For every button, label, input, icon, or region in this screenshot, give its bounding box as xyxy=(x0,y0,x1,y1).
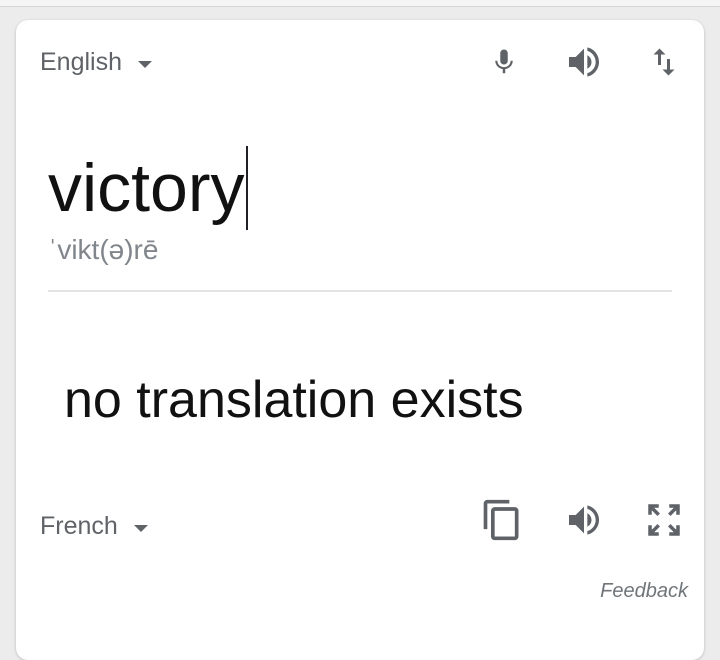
listen-translation-button[interactable] xyxy=(562,498,606,542)
translate-card: English victory ˈvikt(ə)rē no translatio… xyxy=(16,20,704,660)
target-language-label: French xyxy=(40,512,118,540)
swap-languages-icon xyxy=(646,42,682,82)
source-text-input[interactable]: victory xyxy=(48,146,249,230)
phonetic-transcription: ˈvikt(ə)rē xyxy=(48,234,159,265)
chevron-down-icon xyxy=(133,525,148,532)
source-language-select[interactable]: English xyxy=(40,48,152,77)
copy-button[interactable] xyxy=(480,498,524,542)
mic-button[interactable] xyxy=(482,40,526,84)
speaker-icon xyxy=(564,42,604,82)
speaker-icon xyxy=(564,500,604,540)
divider xyxy=(48,290,672,292)
mic-icon xyxy=(489,44,519,80)
swap-languages-button[interactable] xyxy=(642,40,686,84)
fullscreen-button[interactable] xyxy=(642,498,686,542)
translation-result: no translation exists xyxy=(64,371,524,429)
source-language-label: English xyxy=(40,48,122,76)
listen-source-button[interactable] xyxy=(562,40,606,84)
chevron-down-icon xyxy=(138,61,152,68)
text-cursor xyxy=(246,146,249,230)
feedback-link[interactable]: Feedback xyxy=(600,580,688,603)
source-text: victory xyxy=(48,150,245,226)
target-language-select[interactable]: French xyxy=(40,512,148,541)
copy-icon xyxy=(480,495,524,545)
fullscreen-icon xyxy=(643,499,685,541)
top-edge xyxy=(0,0,720,7)
